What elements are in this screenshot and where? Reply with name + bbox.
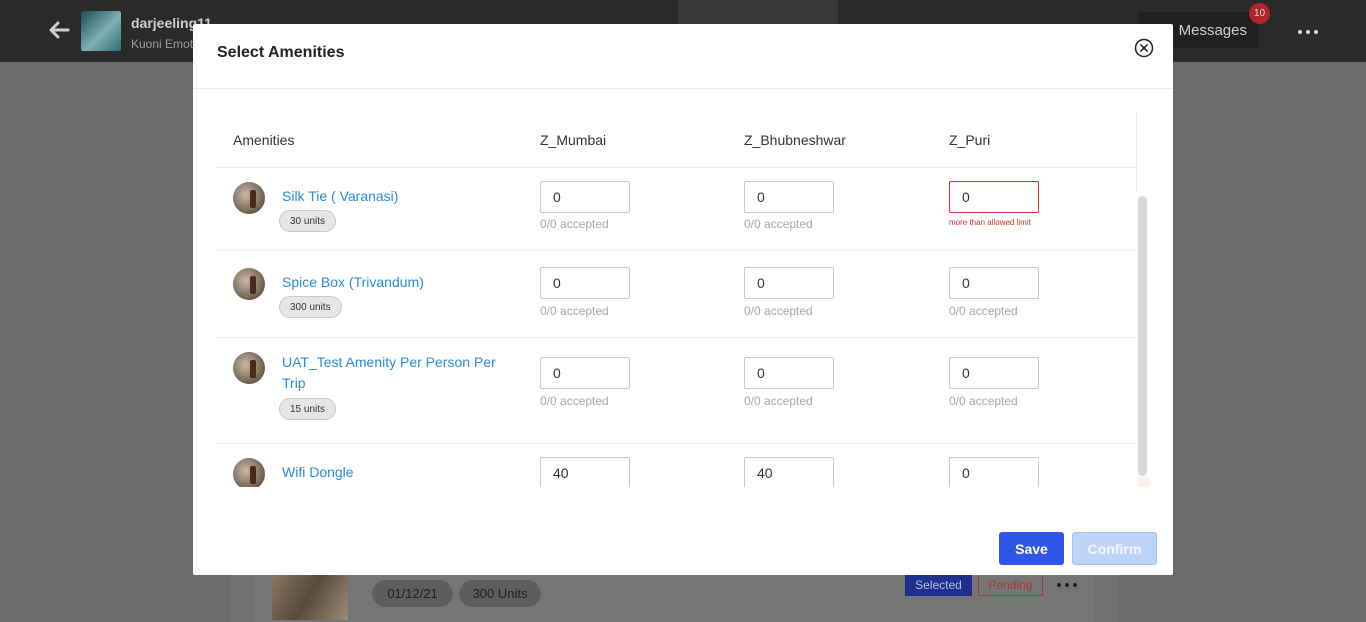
amenity-avatar — [233, 182, 265, 214]
select-amenities-dialog: Select Amenities Amenities Z_Mumbai Z_Bh… — [193, 24, 1173, 575]
amenity-avatar — [233, 268, 265, 300]
quantity-input-z-puri[interactable] — [949, 267, 1039, 299]
quantity-input-z-bhubneshwar[interactable] — [744, 357, 834, 389]
messages-label: Messages — [1178, 21, 1247, 39]
date-chip: 01/12/21 — [372, 580, 453, 607]
amenity-name-link[interactable]: Silk Tie ( Varanasi) — [282, 186, 497, 207]
column-header-amenities: Amenities — [233, 132, 295, 148]
table-scrollbar[interactable] — [1138, 196, 1147, 476]
pending-badge: Pending — [978, 573, 1043, 596]
column-header-z-mumbai: Z_Mumbai — [540, 132, 607, 148]
quantity-input-z-bhubneshwar[interactable] — [744, 267, 834, 299]
quantity-input-z-mumbai[interactable] — [540, 357, 630, 389]
limit-error-message: more than allowed limit — [949, 218, 1031, 227]
column-header-z-puri: Z_Puri — [949, 132, 991, 148]
column-header-z-bhubneshwar: Z_Bhubneshwar — [744, 132, 846, 148]
accepted-count: 0/0 accepted — [540, 304, 609, 318]
header-divider — [193, 88, 1173, 89]
amenity-avatar — [233, 352, 265, 384]
close-icon[interactable] — [1134, 38, 1154, 58]
dialog-title: Select Amenities — [217, 44, 345, 61]
accepted-count: 0/0 accepted — [949, 394, 1018, 408]
quantity-input-z-puri[interactable] — [949, 181, 1039, 213]
units-badge: 300 units — [279, 296, 342, 318]
table-header: Amenities Z_Mumbai Z_Bhubneshwar Z_Puri — [217, 112, 1136, 168]
accepted-count: 0/0 accepted — [744, 217, 813, 231]
trip-subtitle: Kuoni Emot — [131, 37, 194, 51]
amenity-avatar — [233, 458, 265, 487]
quantity-input-z-mumbai[interactable] — [540, 267, 630, 299]
more-options-icon[interactable] — [1296, 22, 1320, 42]
table-row: Spice Box (Trivandum) 300 units 0/0 acce… — [217, 252, 1136, 338]
amenity-name-link[interactable]: UAT_Test Amenity Per Person Per Trip — [282, 352, 497, 394]
amenity-name-link[interactable]: Wifi Dongle — [282, 462, 497, 483]
table-row: UAT_Test Amenity Per Person Per Trip 15 … — [217, 339, 1136, 444]
item-more-icon[interactable] — [1056, 578, 1078, 592]
quantity-input-z-puri[interactable] — [949, 457, 1039, 487]
units-badge: 30 units — [279, 210, 337, 232]
accepted-count: 0/0 accepted — [540, 217, 609, 231]
save-button[interactable]: Save — [999, 532, 1064, 565]
table-row: Silk Tie ( Varanasi) 30 units 0/0 accept… — [217, 169, 1136, 251]
table-row: Wifi Dongle — [217, 445, 1136, 487]
trip-thumbnail — [81, 11, 121, 51]
accepted-count: 0/0 accepted — [540, 394, 609, 408]
selected-badge: Selected — [905, 573, 972, 596]
accepted-count: 0/0 accepted — [949, 304, 1018, 318]
amenities-table: Amenities Z_Mumbai Z_Bhubneshwar Z_Puri … — [217, 112, 1149, 487]
quantity-input-z-bhubneshwar[interactable] — [744, 457, 834, 487]
accepted-count: 0/0 accepted — [744, 394, 813, 408]
quantity-input-z-puri[interactable] — [949, 357, 1039, 389]
messages-count-badge: 10 — [1249, 3, 1270, 24]
quantity-input-z-bhubneshwar[interactable] — [744, 181, 834, 213]
amenity-name-link[interactable]: Spice Box (Trivandum) — [282, 272, 497, 293]
accepted-count: 0/0 accepted — [744, 304, 813, 318]
quantity-input-z-mumbai[interactable] — [540, 181, 630, 213]
quantity-input-z-mumbai[interactable] — [540, 457, 630, 487]
units-chip: 300 Units — [459, 580, 541, 607]
amenity-thumbnail — [272, 568, 348, 620]
back-arrow-icon[interactable] — [48, 18, 70, 42]
units-badge: 15 units — [279, 398, 337, 420]
confirm-button[interactable]: Confirm — [1072, 532, 1157, 565]
